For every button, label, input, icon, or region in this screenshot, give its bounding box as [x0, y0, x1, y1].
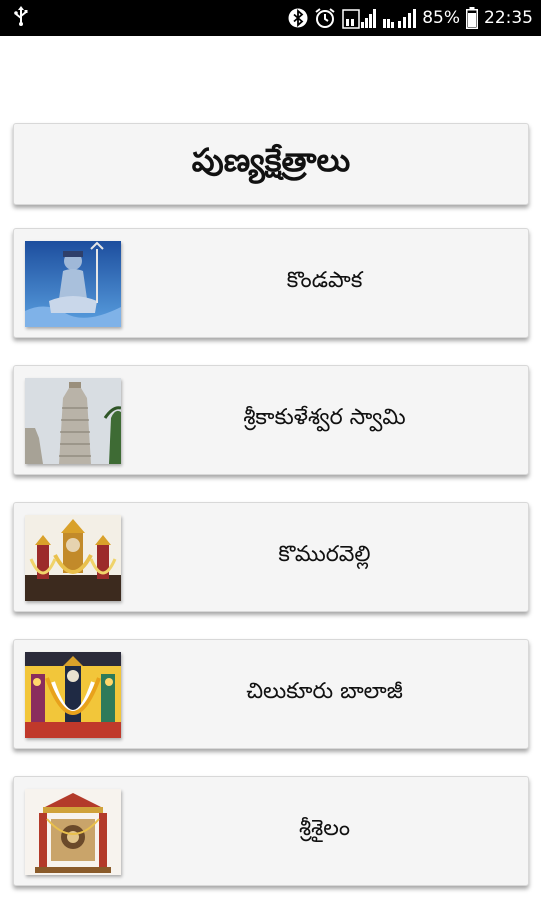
battery-percent: 85% — [422, 7, 460, 28]
list-item-label: కొండపాక — [286, 268, 363, 293]
status-bar: 85% 22:35 — [0, 0, 541, 36]
battery-icon — [466, 7, 478, 29]
list-item-label: కొమురవెల్లి — [278, 542, 371, 567]
alarm-icon — [314, 7, 336, 29]
list-item-chilukuru-balaji[interactable]: చిలుకూరు బాలాజీ — [13, 639, 529, 749]
usb-icon — [14, 6, 28, 30]
signal-icon — [342, 7, 377, 29]
page-title: పుణ్యక్షేత్రాలు — [191, 141, 351, 179]
list-item-komuravelli[interactable]: కొమురవెల్లి — [13, 502, 529, 612]
clock: 22:35 — [484, 7, 533, 28]
signal-icon — [382, 7, 417, 29]
list-item-label: శ్రీకాకుళేశ్వర స్వామి — [243, 405, 406, 430]
list-item-label: శ్రీశైలం — [299, 816, 350, 841]
page-title-card: పుణ్యక్షేత్రాలు — [13, 123, 529, 205]
list-item-srikakuleswara-swamy[interactable]: శ్రీకాకుళేశ్వర స్వామి — [13, 365, 529, 475]
shiva-thumbnail — [25, 241, 121, 327]
list-item-kondapaka[interactable]: కొండపాక — [13, 228, 529, 338]
balaji-thumbnail — [25, 652, 121, 738]
list-item-srisailam[interactable]: శ్రీశైలం — [13, 776, 529, 886]
shrine-thumbnail — [25, 789, 121, 875]
bluetooth-icon — [288, 8, 308, 28]
list-item-label: చిలుకూరు బాలాజీ — [246, 679, 403, 704]
deity-thumbnail — [25, 515, 121, 601]
temple-tower-thumbnail — [25, 378, 121, 464]
